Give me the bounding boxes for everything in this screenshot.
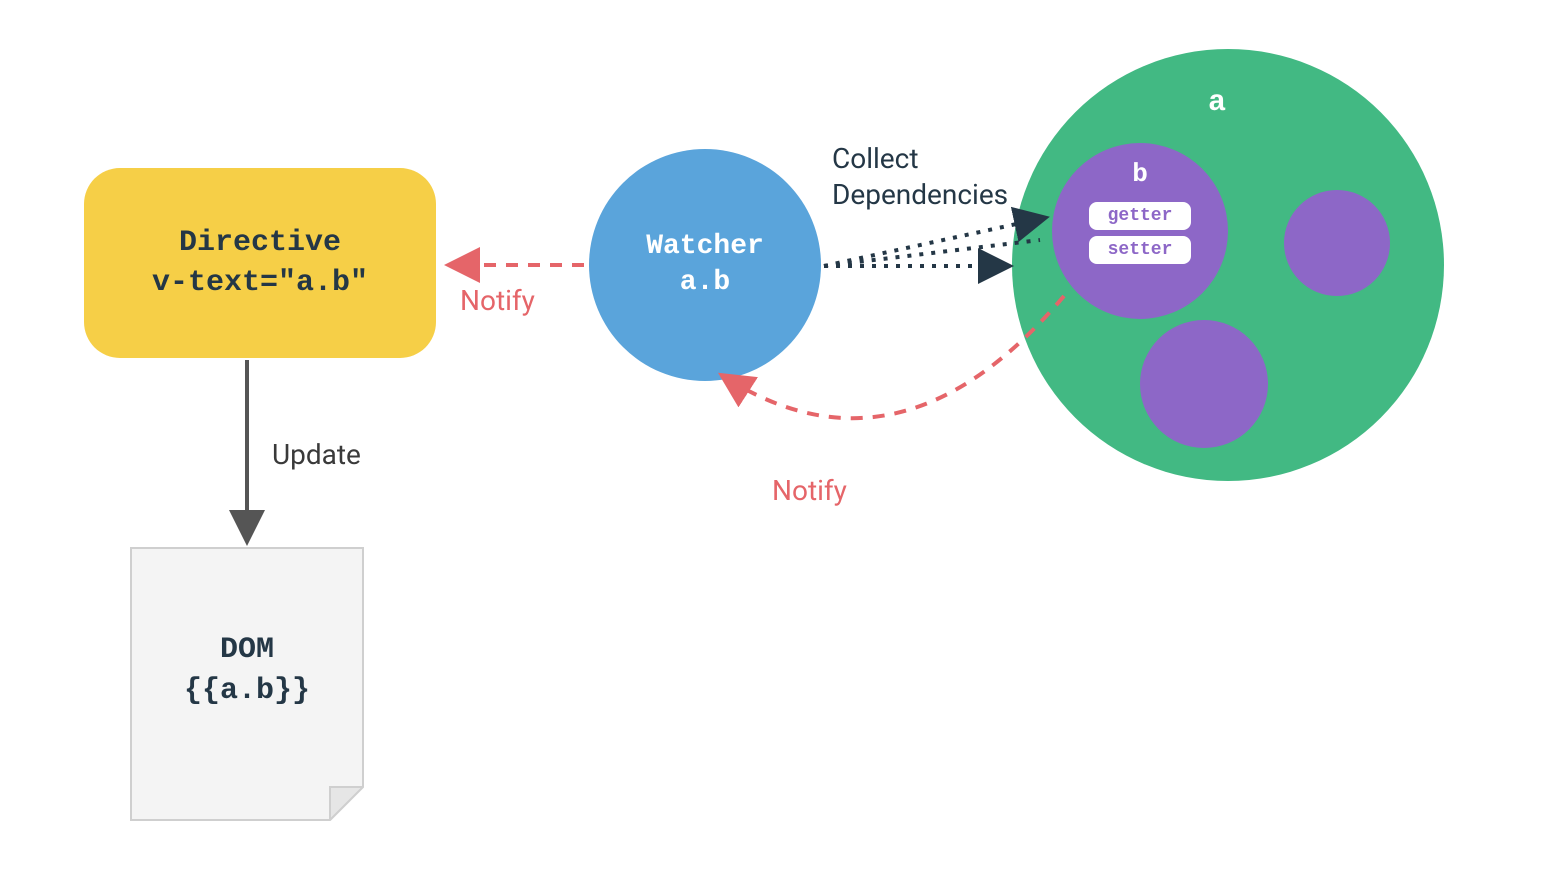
label-notify-bottom: Notify [772,474,847,507]
getter-pill: getter [1089,202,1191,230]
dom-title: DOM [130,630,364,671]
label-collect-2: Dependencies [832,178,1008,211]
arrow-collect-2 [824,218,1044,266]
label-notify-left: Notify [460,284,535,317]
arrow-collect-3 [824,240,1040,266]
label-collect-1: Collect [832,142,918,175]
setter-pill: setter [1089,236,1191,264]
directive-node: Directive v-text="a.b" [84,168,436,358]
data-property-other-1 [1284,190,1390,296]
watcher-title: Watcher [646,229,764,265]
dom-template: {{a.b}} [130,671,364,712]
label-update: Update [272,438,361,471]
a-label: a [1208,86,1226,120]
directive-code: v-text="a.b" [152,263,368,304]
directive-title: Directive [179,223,341,264]
watcher-target: a.b [680,265,730,301]
data-property-other-2 [1140,320,1268,448]
watcher-node: Watcher a.b [589,149,821,381]
dom-text: DOM {{a.b}} [130,630,364,711]
b-label: b [1132,159,1148,189]
data-property-b: b getter setter [1052,143,1228,319]
